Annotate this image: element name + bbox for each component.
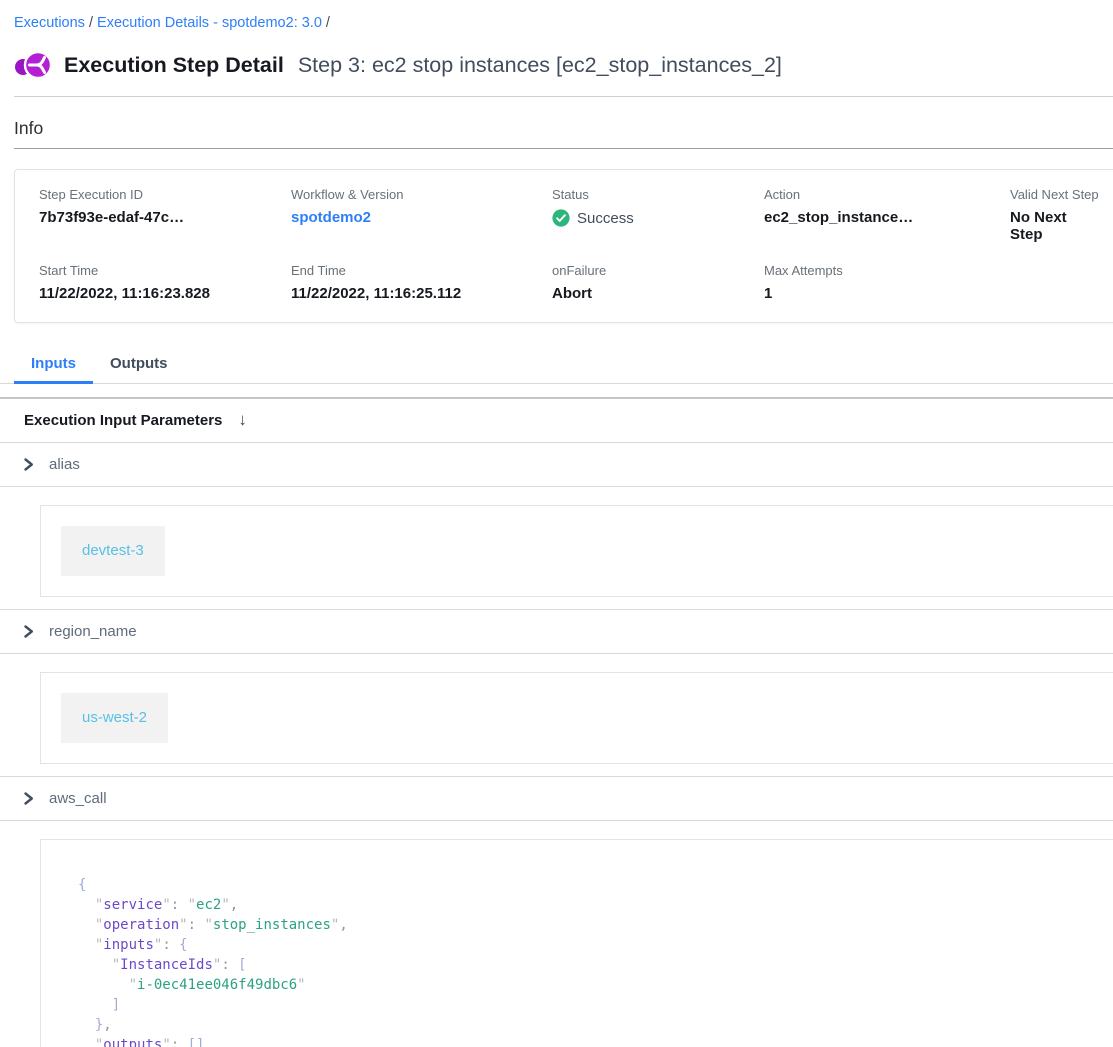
chevron-right-icon <box>22 791 35 806</box>
info-field: Workflow & Version spotdemo2 <box>291 187 552 243</box>
tabs: InputsOutputs <box>0 346 1113 384</box>
status-value: Success <box>552 209 764 227</box>
section-aws_call: aws_call { "service": "ec2", "operation":… <box>0 776 1113 1047</box>
info-heading: Info <box>14 118 1113 139</box>
workflow-link[interactable]: spotdemo2 <box>291 209 371 226</box>
info-field: Start Time 11/22/2022, 11:16:23.828 <box>39 263 291 302</box>
info-field-label: onFailure <box>552 263 764 278</box>
params-header: Execution Input Parameters ↓ <box>0 399 1113 443</box>
breadcrumb-separator: / <box>85 15 97 31</box>
info-field-label: Start Time <box>39 263 291 278</box>
info-field-label: Valid Next Step <box>1010 187 1100 202</box>
breadcrumb: Executions / Execution Details - spotdem… <box>14 15 1113 31</box>
json-code-box: { "service": "ec2", "operation": "stop_i… <box>40 839 1113 1047</box>
status-text: Success <box>577 210 634 227</box>
execution-step-detail-page: Executions / Execution Details - spotdem… <box>0 0 1113 1047</box>
code-line: "InstanceIds": [ <box>78 955 1104 975</box>
code-line: "inputs": { <box>78 935 1104 955</box>
breadcrumb-link[interactable]: Executions <box>14 15 85 31</box>
info-field-value: 11/22/2022, 11:16:25.112 <box>291 285 552 302</box>
info-field-value: 11/22/2022, 11:16:23.828 <box>39 285 291 302</box>
section-body-alias: devtest-3 <box>14 487 1113 609</box>
section-name-label: alias <box>49 456 80 473</box>
page-subtitle: Step 3: ec2 stop instances [ec2_stop_ins… <box>298 53 782 78</box>
value-box: devtest-3 <box>40 505 1113 597</box>
page-title: Execution Step Detail <box>64 53 284 78</box>
chevron-right-icon <box>22 457 35 472</box>
info-field-value: 7b73f93e-edaf-47c… <box>39 209 291 226</box>
workflow-logo-icon <box>14 48 52 82</box>
info-field-value: ec2_stop_instance… <box>764 209 1010 226</box>
code-line: "outputs": [] <box>78 1035 1104 1047</box>
page-title-row: Execution Step Detail Step 3: ec2 stop i… <box>14 48 1113 82</box>
info-field-label: Status <box>552 187 764 202</box>
value-box: us-west-2 <box>40 672 1113 764</box>
info-field-label: Max Attempts <box>764 263 1010 278</box>
info-field-value: 1 <box>764 285 1010 302</box>
info-divider <box>14 148 1113 149</box>
title-divider <box>14 96 1113 97</box>
code-line: "service": "ec2", <box>78 895 1104 915</box>
success-check-icon <box>552 209 570 227</box>
section-header-region_name[interactable]: region_name <box>14 610 1113 653</box>
section-name-label: aws_call <box>49 790 107 807</box>
params-sections: alias devtest-3 region_name us-west-2 aws_ca… <box>14 443 1113 1047</box>
code-line: { <box>78 875 1104 895</box>
section-header-aws_call[interactable]: aws_call <box>14 777 1113 820</box>
info-field-label: Action <box>764 187 1010 202</box>
info-field: End Time 11/22/2022, 11:16:25.112 <box>291 263 552 302</box>
info-field-label: Step Execution ID <box>39 187 291 202</box>
value-chip[interactable]: devtest-3 <box>61 526 165 576</box>
section-body-aws_call: { "service": "ec2", "operation": "stop_i… <box>14 821 1113 1047</box>
breadcrumb-separator: / <box>322 15 330 31</box>
section-region_name: region_name us-west-2 <box>0 609 1113 776</box>
info-field: Max Attempts 1 <box>764 263 1010 302</box>
section-name-label: region_name <box>49 623 137 640</box>
code-line: }, <box>78 1015 1104 1035</box>
info-field-label: Workflow & Version <box>291 187 552 202</box>
breadcrumb-link[interactable]: Execution Details - spotdemo2: 3.0 <box>97 15 322 31</box>
params-heading: Execution Input Parameters <box>24 412 222 429</box>
code-line: ] <box>78 995 1104 1015</box>
info-field: Status Success <box>552 187 764 243</box>
info-field-label: End Time <box>291 263 552 278</box>
info-field: Action ec2_stop_instance… <box>764 187 1010 243</box>
section-body-region_name: us-west-2 <box>14 654 1113 776</box>
code-line: "operation": "stop_instances", <box>78 915 1104 935</box>
tab-outputs[interactable]: Outputs <box>93 346 185 384</box>
chevron-right-icon <box>22 624 35 639</box>
section-header-alias[interactable]: alias <box>14 443 1113 486</box>
info-field-value: No Next Step <box>1010 209 1100 243</box>
tab-inputs[interactable]: Inputs <box>14 346 93 384</box>
code-line: "i-0ec41ee046f49dbc6" <box>78 975 1104 995</box>
arrow-down-icon[interactable]: ↓ <box>238 410 247 430</box>
info-field: Valid Next Step No Next Step <box>1010 187 1100 243</box>
value-chip[interactable]: us-west-2 <box>61 693 168 743</box>
info-card: Step Execution ID 7b73f93e-edaf-47c…Workf… <box>14 169 1113 323</box>
json-code: { "service": "ec2", "operation": "stop_i… <box>78 875 1104 1047</box>
info-field: onFailure Abort <box>552 263 764 302</box>
info-field-value: Abort <box>552 285 764 302</box>
section-alias: alias devtest-3 <box>0 443 1113 609</box>
info-field: Step Execution ID 7b73f93e-edaf-47c… <box>39 187 291 243</box>
